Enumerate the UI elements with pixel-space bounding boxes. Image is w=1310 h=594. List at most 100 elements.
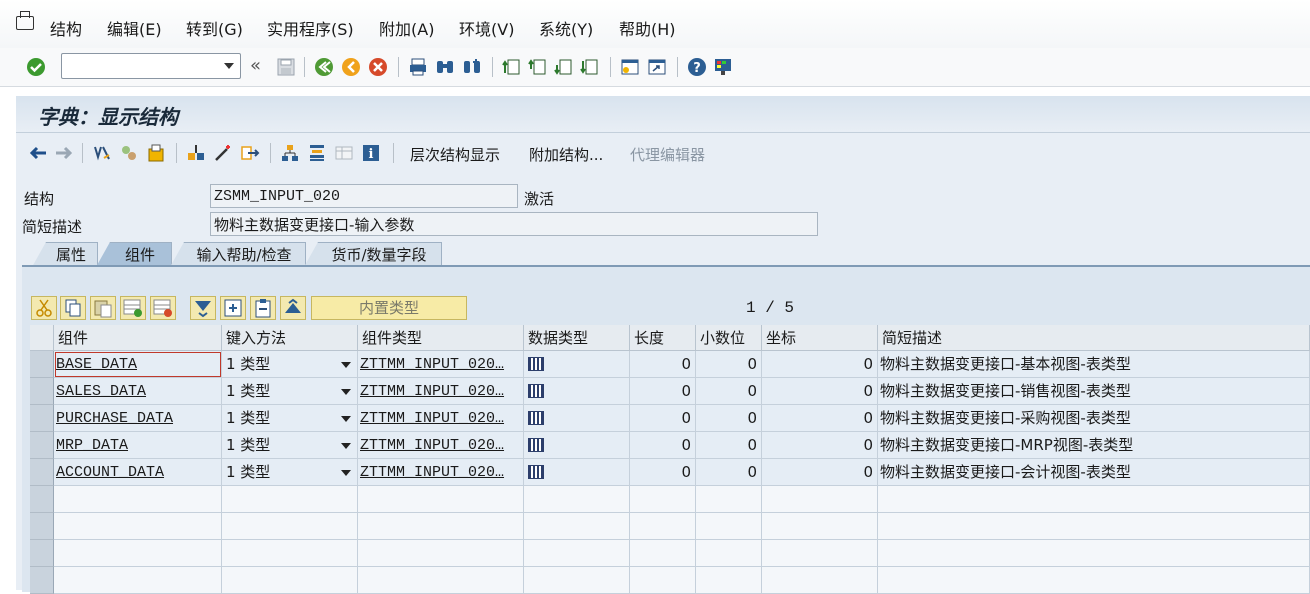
empty-cell[interactable] — [524, 513, 630, 540]
column-header-component[interactable]: 组件 — [54, 325, 222, 351]
insert-row-button[interactable] — [120, 296, 146, 320]
row-selector[interactable] — [30, 486, 54, 513]
exit-icon[interactable] — [341, 57, 361, 77]
column-header-length[interactable]: 长度 — [630, 325, 696, 351]
menu-system[interactable]: 系统(Y) — [539, 16, 593, 40]
component-cell[interactable]: MRP_DATA — [54, 432, 222, 459]
length-cell[interactable]: 0 — [630, 459, 696, 486]
coordinate-cell[interactable]: 0 — [762, 378, 878, 405]
decimals-cell[interactable]: 0 — [696, 405, 762, 432]
select-all-button[interactable] — [250, 296, 276, 320]
activate-icon[interactable] — [119, 143, 139, 163]
layout-menu-icon[interactable] — [713, 57, 733, 77]
display-change-icon[interactable] — [92, 143, 112, 163]
length-cell[interactable]: 0 — [630, 432, 696, 459]
length-cell[interactable]: 0 — [630, 405, 696, 432]
collapse-icon[interactable]: « — [250, 55, 261, 76]
row-selector[interactable] — [30, 459, 54, 486]
back-arrow-icon[interactable] — [28, 143, 48, 163]
component-type-cell[interactable]: ZTTMM_INPUT_020… — [358, 351, 524, 378]
typing-method-dropdown[interactable]: 1 类型 — [222, 432, 358, 459]
row-selector[interactable] — [30, 540, 54, 567]
short-description-cell[interactable]: 物料主数据变更接口-MRP视图-表类型 — [878, 432, 1310, 459]
empty-cell[interactable] — [54, 540, 222, 567]
row-selector[interactable] — [30, 351, 54, 378]
coordinate-cell[interactable]: 0 — [762, 405, 878, 432]
chevron-down-icon[interactable] — [341, 362, 351, 368]
table-view-icon[interactable] — [334, 143, 354, 163]
empty-cell[interactable] — [54, 513, 222, 540]
empty-cell[interactable] — [222, 486, 358, 513]
collapse-button[interactable] — [280, 296, 306, 320]
chevron-down-icon[interactable] — [341, 443, 351, 449]
structure-name-field[interactable]: ZSMM_INPUT_020 — [210, 184, 518, 208]
row-selector[interactable] — [30, 378, 54, 405]
column-header-short-description[interactable]: 简短描述 — [878, 325, 1310, 351]
command-field[interactable] — [61, 53, 241, 79]
paste-row-button[interactable] — [90, 296, 116, 320]
component-type-cell[interactable]: ZTTMM_INPUT_020… — [358, 459, 524, 486]
column-header-decimals[interactable]: 小数位 — [696, 325, 762, 351]
empty-cell[interactable] — [524, 540, 630, 567]
chevron-down-icon[interactable] — [341, 389, 351, 395]
decimals-cell[interactable]: 0 — [696, 378, 762, 405]
chevron-down-icon[interactable] — [224, 63, 234, 69]
menu-edit[interactable]: 编辑(E) — [107, 16, 162, 40]
short-description-cell[interactable]: 物料主数据变更接口-会计视图-表类型 — [878, 459, 1310, 486]
first-page-icon[interactable] — [502, 57, 522, 77]
short-description-cell[interactable]: 物料主数据变更接口-基本视图-表类型 — [878, 351, 1310, 378]
navigate-icon[interactable] — [240, 143, 260, 163]
component-cell[interactable]: SALES_DATA — [54, 378, 222, 405]
empty-cell[interactable] — [358, 540, 524, 567]
menu-extras[interactable]: 附加(A) — [379, 16, 434, 40]
empty-cell[interactable] — [762, 513, 878, 540]
typing-method-dropdown[interactable]: 1 类型 — [222, 378, 358, 405]
data-type-cell[interactable] — [524, 405, 630, 432]
empty-cell[interactable] — [696, 513, 762, 540]
component-type-cell[interactable]: ZTTMM_INPUT_020… — [358, 405, 524, 432]
structure-stack-icon[interactable] — [307, 143, 327, 163]
row-selector[interactable] — [30, 432, 54, 459]
data-type-cell[interactable] — [524, 459, 630, 486]
empty-cell[interactable] — [696, 486, 762, 513]
empty-cell[interactable] — [358, 513, 524, 540]
check-object-icon[interactable] — [146, 143, 166, 163]
find-next-icon[interactable] — [462, 57, 482, 77]
create-shortcut-icon[interactable] — [647, 57, 667, 77]
last-page-icon[interactable] — [580, 57, 600, 77]
coordinate-cell[interactable]: 0 — [762, 459, 878, 486]
tab-currency-quantity-fields[interactable]: 货币/数量字段 — [304, 242, 442, 267]
next-page-icon[interactable] — [554, 57, 574, 77]
help-icon[interactable]: ? — [687, 57, 707, 77]
typing-method-dropdown[interactable]: 1 类型 — [222, 351, 358, 378]
component-type-cell[interactable]: ZTTMM_INPUT_020… — [358, 378, 524, 405]
where-used-icon[interactable] — [186, 143, 206, 163]
short-description-cell[interactable]: 物料主数据变更接口-采购视图-表类型 — [878, 405, 1310, 432]
empty-cell[interactable] — [696, 540, 762, 567]
length-cell[interactable]: 0 — [630, 378, 696, 405]
coordinate-cell[interactable]: 0 — [762, 432, 878, 459]
wand-icon[interactable] — [213, 143, 233, 163]
copy-row-button[interactable] — [60, 296, 86, 320]
data-type-cell[interactable] — [524, 351, 630, 378]
empty-cell[interactable] — [358, 486, 524, 513]
empty-cell[interactable] — [630, 486, 696, 513]
row-selector[interactable] — [30, 513, 54, 540]
chevron-down-icon[interactable] — [341, 416, 351, 422]
data-type-cell[interactable] — [524, 432, 630, 459]
component-cell[interactable]: PURCHASE_DATA — [54, 405, 222, 432]
select-all-corner[interactable] — [30, 325, 54, 351]
decimals-cell[interactable]: 0 — [696, 432, 762, 459]
info-icon[interactable]: i — [361, 143, 381, 163]
empty-cell[interactable] — [878, 486, 1310, 513]
column-header-typing-method[interactable]: 键入方法 — [222, 325, 358, 351]
include-structure-button[interactable] — [220, 296, 246, 320]
empty-cell[interactable] — [630, 540, 696, 567]
expand-button[interactable] — [190, 296, 216, 320]
typing-method-dropdown[interactable]: 1 类型 — [222, 405, 358, 432]
empty-cell[interactable] — [630, 513, 696, 540]
menu-environment[interactable]: 环境(V) — [459, 16, 514, 40]
save-icon[interactable] — [276, 57, 296, 77]
builtin-type-button[interactable]: 内置类型 — [311, 296, 467, 320]
decimals-cell[interactable]: 0 — [696, 351, 762, 378]
